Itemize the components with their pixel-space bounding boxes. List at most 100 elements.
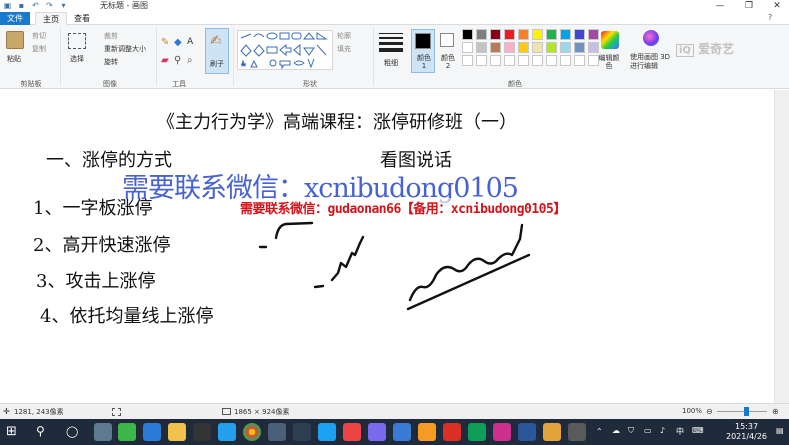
chrome-icon[interactable] <box>243 423 261 441</box>
notification-icon[interactable]: ▤ <box>776 426 784 435</box>
color-swatch[interactable] <box>532 55 543 66</box>
minimize-button[interactable]: — <box>710 0 730 12</box>
color-swatch[interactable] <box>462 55 473 66</box>
color-swatch[interactable] <box>504 42 515 53</box>
pinned-app-icon[interactable] <box>343 423 361 441</box>
customize-quick-access-icon[interactable]: ▾ <box>59 1 68 10</box>
zoom-out-button[interactable]: ⊖ <box>706 407 713 416</box>
pinned-app-icon[interactable] <box>568 423 586 441</box>
color-swatch[interactable] <box>574 42 585 53</box>
color-swatch[interactable] <box>490 42 501 53</box>
tab-view[interactable]: 查看 <box>67 12 97 25</box>
color-swatch[interactable] <box>476 29 487 40</box>
magnifier-icon[interactable]: ⌕ <box>187 55 193 66</box>
color-swatch[interactable] <box>560 29 571 40</box>
tab-home[interactable]: 主页 <box>35 12 67 25</box>
vertical-scrollbar[interactable] <box>774 90 789 403</box>
wechat-icon[interactable] <box>118 423 136 441</box>
color-swatch[interactable] <box>546 42 557 53</box>
color-swatch[interactable] <box>518 42 529 53</box>
resize-button[interactable]: 重新调整大小 <box>104 44 146 54</box>
file-explorer-icon[interactable] <box>168 423 186 441</box>
pinned-app-icon[interactable] <box>393 423 411 441</box>
ime-indicator[interactable]: 中 <box>676 426 684 437</box>
pinned-app-icon[interactable] <box>468 423 486 441</box>
security-icon[interactable]: ⛉ <box>628 426 634 436</box>
close-button[interactable]: ✕ <box>767 0 787 12</box>
pinned-app-icon[interactable] <box>443 423 461 441</box>
edit-colors-icon[interactable] <box>601 31 619 49</box>
pinned-app-icon[interactable] <box>268 423 286 441</box>
pinned-app-icon[interactable] <box>518 423 536 441</box>
pinned-app-icon[interactable] <box>293 423 311 441</box>
windows-start-icon[interactable]: ⊞ <box>6 424 17 439</box>
eraser-icon[interactable]: ▰ <box>161 55 169 66</box>
task-view-icon[interactable]: ◯ <box>66 425 78 438</box>
volume-icon[interactable]: ♪ <box>660 426 665 435</box>
color-swatch[interactable] <box>476 55 487 66</box>
color-swatch[interactable] <box>504 55 515 66</box>
color-swatch[interactable] <box>490 55 501 66</box>
cut-button[interactable]: 剪切 <box>32 31 46 41</box>
shapes-gallery[interactable] <box>237 30 333 70</box>
save-icon[interactable]: ▪ <box>17 1 26 10</box>
color-swatch[interactable] <box>546 55 557 66</box>
copy-button[interactable]: 复制 <box>32 44 46 54</box>
text-icon[interactable]: A <box>187 37 193 47</box>
color-swatch[interactable] <box>532 29 543 40</box>
paint-taskbar-icon[interactable] <box>543 423 561 441</box>
select-button[interactable]: 选择 <box>70 54 84 64</box>
color-swatch[interactable] <box>546 29 557 40</box>
redo-icon[interactable]: ↷ <box>45 1 54 10</box>
search-icon[interactable]: ⚲ <box>36 424 45 438</box>
color-swatch[interactable] <box>462 42 473 53</box>
pinned-app-icon[interactable] <box>418 423 436 441</box>
color-swatch[interactable] <box>504 29 515 40</box>
color-swatch[interactable] <box>518 29 529 40</box>
pinned-app-icon[interactable] <box>493 423 511 441</box>
pencil-icon[interactable]: ✎ <box>161 37 169 48</box>
size-button[interactable]: 粗细 <box>384 58 398 68</box>
paint3d-button[interactable]: 使用画图 3D 进行编辑 <box>630 53 672 71</box>
media-app-icon[interactable] <box>193 423 211 441</box>
color-swatch[interactable] <box>462 29 473 40</box>
maximize-button[interactable]: ❐ <box>739 0 759 12</box>
keyboard-icon[interactable]: ⌨ <box>692 426 704 435</box>
color-swatch[interactable] <box>560 42 571 53</box>
cloud-icon[interactable]: ☁ <box>612 426 620 435</box>
zoom-slider[interactable] <box>717 411 767 412</box>
tab-file[interactable]: 文件 <box>0 12 30 25</box>
zoom-slider-thumb[interactable] <box>744 407 749 416</box>
pinned-app-icon[interactable] <box>318 423 336 441</box>
qq-icon[interactable] <box>218 423 236 441</box>
color-swatch[interactable] <box>588 29 599 40</box>
clock-date[interactable]: 2021/4/26 <box>726 432 767 441</box>
rotate-button[interactable]: 旋转 <box>104 57 118 67</box>
color2-swatch[interactable] <box>440 33 454 47</box>
color-swatch[interactable] <box>560 55 571 66</box>
fill-button[interactable]: 填充 <box>337 44 351 54</box>
paint3d-icon[interactable] <box>643 30 659 46</box>
undo-icon[interactable]: ↶ <box>31 1 40 10</box>
paste-button[interactable]: 粘贴 <box>7 54 21 64</box>
color-swatch[interactable] <box>518 55 529 66</box>
color-swatch[interactable] <box>476 42 487 53</box>
drawing-canvas[interactable]: 《主力行为学》高端课程：涨停研修班（一） 一、涨停的方式 看图说话 1、一字板涨… <box>0 90 774 403</box>
pinned-app-icon[interactable] <box>94 423 112 441</box>
paste-icon[interactable] <box>6 31 24 49</box>
tray-overflow-icon[interactable]: ⌃ <box>596 427 603 436</box>
outline-button[interactable]: 轮廓 <box>337 31 351 41</box>
pinned-app-icon[interactable] <box>368 423 386 441</box>
clock-time[interactable]: 15:37 <box>735 422 758 431</box>
zoom-in-button[interactable]: ⊕ <box>772 407 779 416</box>
color-swatch[interactable] <box>574 29 585 40</box>
color-swatch[interactable] <box>588 42 599 53</box>
color-picker-icon[interactable]: ⚲ <box>174 55 181 66</box>
help-icon[interactable]: ? <box>768 13 778 23</box>
crop-button[interactable]: 裁剪 <box>104 31 118 41</box>
pinned-app-icon[interactable] <box>143 423 161 441</box>
network-icon[interactable]: ▭ <box>644 426 652 435</box>
color-swatch[interactable] <box>574 55 585 66</box>
size-lines-icon[interactable] <box>379 31 403 52</box>
color-swatch[interactable] <box>490 29 501 40</box>
